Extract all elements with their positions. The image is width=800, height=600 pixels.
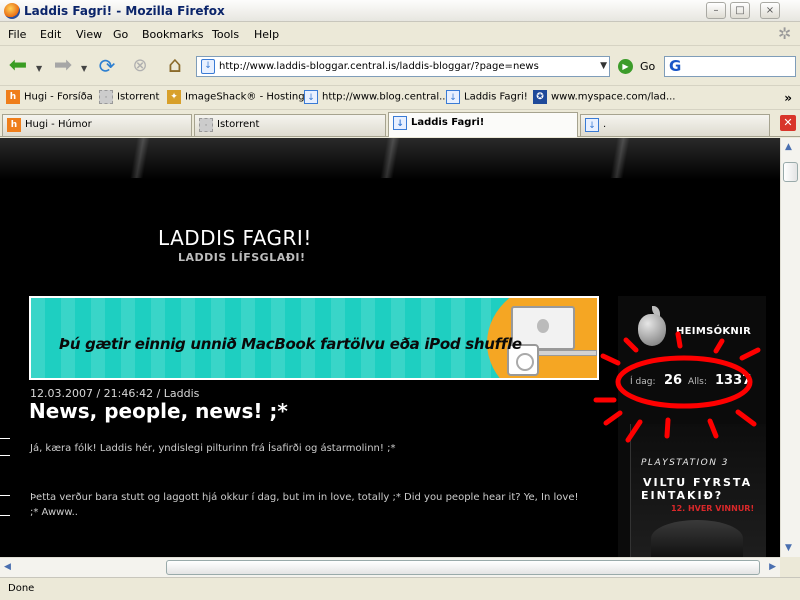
maximize-button[interactable]: □ — [730, 2, 750, 19]
horizontal-scrollbar[interactable]: ◀ ▶ — [0, 557, 780, 577]
ps3-ad-line: EINTAKIÐ? — [641, 489, 724, 502]
back-arrow-icon[interactable]: ⬅ — [3, 52, 33, 80]
myspace-icon: ✪ — [533, 90, 547, 104]
tab-bar: h Hugi - Húmor · Istorrent ↓ Laddis Fagr… — [0, 111, 800, 137]
page-content: LADDIS FAGRI! LADDIS LÍFSGLAÐI! Þú gætir… — [0, 138, 780, 557]
imageshack-icon: ✦ — [167, 90, 181, 104]
post-title[interactable]: News, people, news! ;* — [29, 399, 288, 423]
header-light-stripe — [330, 138, 450, 178]
left-edge-tick — [0, 515, 10, 516]
go-arrow-icon: ▶ — [618, 59, 633, 74]
back-history-dropdown-icon[interactable]: ▼ — [36, 64, 42, 73]
stop-icon[interactable]: ⊗ — [125, 52, 155, 80]
menu-bookmarks[interactable]: Bookmarks — [142, 28, 203, 41]
title-bar: Laddis Fagri! - Mozilla Firefox – □ × — [0, 0, 800, 22]
firefox-icon — [4, 3, 20, 19]
apple-logo-icon — [537, 319, 549, 333]
menu-view[interactable]: View — [76, 28, 102, 41]
url-history-dropdown-icon[interactable]: ▼ — [600, 61, 607, 71]
browser-window: Laddis Fagri! - Mozilla Firefox – □ × Fi… — [0, 0, 800, 600]
blog-icon: ↓ — [446, 90, 460, 104]
menu-go[interactable]: Go — [113, 28, 128, 41]
navigation-toolbar: ⬅ ▼ ➡ ▼ ⟳ ⊗ ⌂ ↓ ▼ ▶ Go G — [0, 46, 800, 86]
total-label: Alls: — [688, 377, 707, 387]
tab-laddis-fagri[interactable]: ↓ Laddis Fagri! — [388, 112, 578, 137]
blog-icon: ↓ — [393, 116, 407, 130]
post-paragraph: Já, kæra fólk! Laddis hér, yndislegi pil… — [30, 443, 396, 454]
throbber-icon: ✲ — [778, 24, 792, 43]
menu-edit[interactable]: Edit — [40, 28, 61, 41]
ps3-ad-line: VILTU FYRSTA — [643, 476, 753, 489]
post-paragraph: Þetta verður bara stutt og laggott hjá o… — [30, 492, 579, 518]
vertical-scroll-thumb[interactable] — [783, 162, 798, 182]
bookmark-istorrent[interactable]: · Istorrent — [99, 90, 159, 107]
header-light-stripe — [80, 138, 200, 178]
left-edge-tick — [0, 455, 10, 456]
macbook-ad-banner[interactable]: Þú gætir einnig unnið MacBook fartölvu e… — [29, 296, 599, 380]
status-text: Done — [8, 583, 35, 594]
header-light-stripe — [560, 138, 680, 178]
scroll-right-arrow-icon[interactable]: ▶ — [769, 562, 776, 572]
minimize-button[interactable]: – — [706, 2, 726, 19]
menu-file[interactable]: File — [8, 28, 26, 41]
bookmark-imageshack[interactable]: ✦ ImageShack® - Hosting — [167, 90, 305, 107]
go-label: Go — [640, 60, 656, 73]
total-count: 1337 — [715, 373, 752, 388]
vertical-scrollbar[interactable]: ▲ ▼ — [780, 138, 800, 557]
menu-tools[interactable]: Tools — [212, 28, 239, 41]
playstation-ad[interactable]: PLAYSTATION 3 VILTU FYRSTA EINTAKIÐ? 12.… — [630, 424, 766, 557]
blog-icon: ↓ — [304, 90, 318, 104]
istorrent-icon: · — [99, 90, 113, 104]
menu-help[interactable]: Help — [254, 28, 279, 41]
search-box[interactable]: G — [664, 56, 796, 77]
banner-text: Þú gætir einnig unnið MacBook fartölvu e… — [59, 335, 522, 353]
site-favicon-icon: ↓ — [201, 59, 215, 74]
google-search-engine-icon[interactable]: G — [669, 58, 681, 75]
scrollbar-corner — [780, 557, 800, 577]
forward-arrow-icon[interactable]: ➡ — [48, 52, 78, 80]
blog-icon: ↓ — [585, 118, 599, 132]
forward-history-dropdown-icon[interactable]: ▼ — [81, 64, 87, 73]
ps3-ad-line: 12. HVER VINNUR! — [671, 504, 755, 513]
site-subtitle: LADDIS LÍFSGLAÐI! — [178, 251, 306, 264]
bookmarks-toolbar: h Hugi - Forsíða · Istorrent ✦ ImageShack® … — [0, 87, 800, 110]
scroll-up-arrow-icon[interactable]: ▲ — [785, 142, 792, 152]
ps3-logo: PLAYSTATION 3 — [641, 458, 730, 468]
visitor-counter: Í dag: 26 Alls: 1337 — [622, 372, 752, 392]
close-tab-icon[interactable]: ✕ — [780, 115, 796, 131]
hugi-icon: h — [7, 118, 21, 132]
visitors-heading: HEIMSÓKNIR — [676, 326, 752, 337]
bookmark-myspace[interactable]: ✪ www.myspace.com/lad... — [533, 90, 676, 107]
bookmark-hugi-forsida[interactable]: h Hugi - Forsíða — [6, 90, 93, 107]
today-label: Í dag: — [630, 377, 656, 387]
address-bar[interactable]: ↓ ▼ — [196, 56, 610, 77]
scroll-left-arrow-icon[interactable]: ◀ — [4, 562, 11, 572]
bookmarks-overflow-chevron-icon[interactable]: » — [784, 91, 792, 105]
tab-untitled[interactable]: ↓ . — [580, 114, 770, 136]
window-title: Laddis Fagri! - Mozilla Firefox — [24, 4, 225, 18]
left-edge-tick — [0, 438, 10, 439]
horizontal-scroll-thumb[interactable] — [166, 560, 760, 575]
ps3-console-icon — [651, 520, 743, 557]
bookmark-blog-central[interactable]: ↓ http://www.blog.central... — [304, 90, 449, 107]
site-title[interactable]: LADDIS FAGRI! — [158, 226, 312, 250]
scroll-down-arrow-icon[interactable]: ▼ — [785, 543, 792, 553]
menu-bar: File Edit View Go Bookmarks Tools Help — [0, 22, 800, 46]
visitor-sidebar: HEIMSÓKNIR Í dag: 26 Alls: 1337 PLAYSTAT… — [618, 296, 766, 557]
hugi-icon: h — [6, 90, 20, 104]
url-input[interactable] — [219, 59, 589, 74]
go-button[interactable]: ▶ Go — [618, 57, 658, 77]
istorrent-icon: · — [199, 118, 213, 132]
home-icon[interactable]: ⌂ — [160, 52, 190, 80]
status-bar: Done — [0, 577, 800, 600]
today-count: 26 — [664, 373, 683, 388]
bookmark-laddis-fagri[interactable]: ↓ Laddis Fagri! — [446, 90, 528, 107]
close-button[interactable]: × — [760, 2, 780, 19]
reload-icon[interactable]: ⟳ — [92, 52, 122, 80]
tab-hugi-humor[interactable]: h Hugi - Húmor — [2, 114, 192, 136]
left-edge-tick — [0, 495, 10, 496]
apple-logo-icon — [638, 314, 666, 346]
tab-istorrent[interactable]: · Istorrent — [194, 114, 386, 136]
